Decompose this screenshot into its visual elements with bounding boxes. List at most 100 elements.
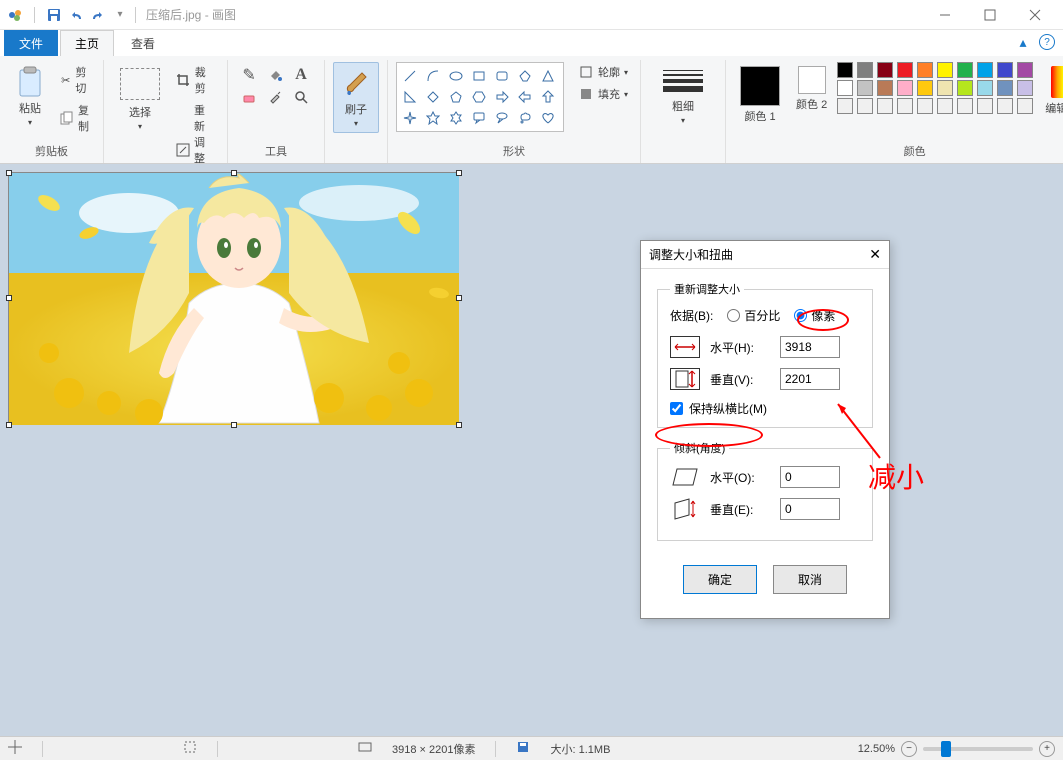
radio-percent[interactable]: 百分比 — [727, 307, 780, 324]
shape-line-icon[interactable] — [401, 67, 419, 85]
color-swatch[interactable] — [957, 98, 973, 114]
color-swatch[interactable] — [957, 80, 973, 96]
canvas-image[interactable] — [8, 172, 458, 424]
text-icon[interactable]: A — [292, 66, 310, 84]
shape-larrow-icon[interactable] — [516, 88, 534, 106]
resize-handle-sw[interactable] — [6, 422, 12, 428]
close-button[interactable] — [1012, 1, 1057, 29]
shape-callout-oval-icon[interactable] — [493, 109, 511, 127]
redo-icon[interactable] — [89, 6, 107, 24]
shape-rect-icon[interactable] — [470, 67, 488, 85]
vert-input[interactable] — [780, 368, 840, 390]
aspect-checkbox[interactable]: 保持纵横比(M) — [670, 400, 860, 417]
cancel-button[interactable]: 取消 — [773, 565, 847, 594]
zoom-slider[interactable] — [923, 747, 1033, 751]
eyedropper-icon[interactable] — [266, 88, 284, 106]
color-swatch[interactable] — [917, 98, 933, 114]
color-swatch[interactable] — [857, 62, 873, 78]
shape-callout-cloud-icon[interactable] — [516, 109, 534, 127]
resize-handle-w[interactable] — [6, 295, 12, 301]
resize-handle-se[interactable] — [456, 422, 462, 428]
zoom-out-button[interactable]: − — [901, 741, 917, 757]
shape-pentagon-icon[interactable] — [447, 88, 465, 106]
color-swatch[interactable] — [937, 98, 953, 114]
color-swatch[interactable] — [877, 62, 893, 78]
select-button[interactable]: 选择▾ — [112, 62, 168, 135]
color-swatch[interactable] — [877, 98, 893, 114]
horiz-input[interactable] — [780, 336, 840, 358]
color-swatch[interactable] — [957, 62, 973, 78]
help-icon[interactable]: ? — [1039, 34, 1055, 50]
color-swatch[interactable] — [977, 98, 993, 114]
fill-icon[interactable] — [266, 66, 284, 84]
cut-button[interactable]: ✂剪切 — [56, 62, 95, 98]
shapes-gallery[interactable] — [396, 62, 564, 132]
color-swatch[interactable] — [1017, 80, 1033, 96]
color-swatch[interactable] — [897, 98, 913, 114]
color-swatch[interactable] — [937, 62, 953, 78]
shape-callout-rect-icon[interactable] — [470, 109, 488, 127]
skew-v-input[interactable] — [780, 498, 840, 520]
edit-colors-button[interactable]: 编辑颜色 — [1039, 62, 1063, 120]
ok-button[interactable]: 确定 — [683, 565, 757, 594]
skew-h-input[interactable] — [780, 466, 840, 488]
dialog-titlebar[interactable]: 调整大小和扭曲 ✕ — [641, 241, 889, 269]
color-swatch[interactable] — [837, 98, 853, 114]
zoom-slider-thumb[interactable] — [941, 741, 951, 757]
resize-handle-nw[interactable] — [6, 170, 12, 176]
shape-star4-icon[interactable] — [401, 109, 419, 127]
resize-handle-ne[interactable] — [456, 170, 462, 176]
shape-rtriangle-icon[interactable] — [401, 88, 419, 106]
color-swatch[interactable] — [997, 98, 1013, 114]
shape-curve-icon[interactable] — [424, 67, 442, 85]
color-swatch[interactable] — [877, 80, 893, 96]
resize-handle-e[interactable] — [456, 295, 462, 301]
pencil-icon[interactable]: ✎ — [240, 66, 258, 84]
color-swatch[interactable] — [977, 80, 993, 96]
magnifier-icon[interactable] — [292, 88, 310, 106]
tab-home[interactable]: 主页 — [60, 30, 114, 56]
color-swatch[interactable] — [857, 80, 873, 96]
crop-button[interactable]: 裁剪 — [172, 62, 219, 98]
shape-star5-icon[interactable] — [424, 109, 442, 127]
qat-dropdown-icon[interactable]: ▾ — [111, 6, 129, 24]
copy-button[interactable]: 复制 — [56, 100, 95, 136]
color1-button[interactable]: 颜色 1 — [734, 62, 786, 128]
shape-polygon-icon[interactable] — [516, 67, 534, 85]
color-swatch[interactable] — [937, 80, 953, 96]
paste-button[interactable]: 粘贴▾ — [8, 62, 52, 131]
shape-star6-icon[interactable] — [447, 109, 465, 127]
color-swatch[interactable] — [837, 62, 853, 78]
shape-oval-icon[interactable] — [447, 67, 465, 85]
resize-handle-n[interactable] — [231, 170, 237, 176]
shape-diamond-icon[interactable] — [424, 88, 442, 106]
resize-handle-s[interactable] — [231, 422, 237, 428]
canvas-area[interactable] — [0, 164, 1063, 736]
tab-file[interactable]: 文件 — [4, 30, 58, 56]
color-swatch[interactable] — [917, 62, 933, 78]
color-swatch[interactable] — [917, 80, 933, 96]
radio-pixels[interactable]: 像素 — [794, 307, 835, 324]
shape-roundrect-icon[interactable] — [493, 67, 511, 85]
minimize-ribbon-icon[interactable]: ▴ — [1015, 34, 1031, 50]
save-icon[interactable] — [45, 6, 63, 24]
color-swatch[interactable] — [997, 80, 1013, 96]
color-swatch[interactable] — [897, 62, 913, 78]
color-swatch[interactable] — [837, 80, 853, 96]
color-swatch[interactable] — [897, 80, 913, 96]
tab-view[interactable]: 查看 — [116, 30, 170, 56]
shape-rarrow-icon[interactable] — [493, 88, 511, 106]
shape-hexagon-icon[interactable] — [470, 88, 488, 106]
undo-icon[interactable] — [67, 6, 85, 24]
dialog-close-button[interactable]: ✕ — [869, 246, 881, 263]
eraser-icon[interactable] — [240, 88, 258, 106]
color2-button[interactable]: 颜色 2 — [790, 62, 833, 116]
shape-triangle-icon[interactable] — [539, 67, 557, 85]
color-swatch[interactable] — [1017, 98, 1033, 114]
color-swatch[interactable] — [1017, 62, 1033, 78]
minimize-button[interactable] — [922, 1, 967, 29]
brush-button[interactable]: 刷子▾ — [333, 62, 379, 133]
stroke-button[interactable]: 粗细▾ — [649, 62, 717, 129]
outline-button[interactable]: 轮廓 ▾ — [574, 62, 632, 82]
zoom-in-button[interactable]: + — [1039, 741, 1055, 757]
